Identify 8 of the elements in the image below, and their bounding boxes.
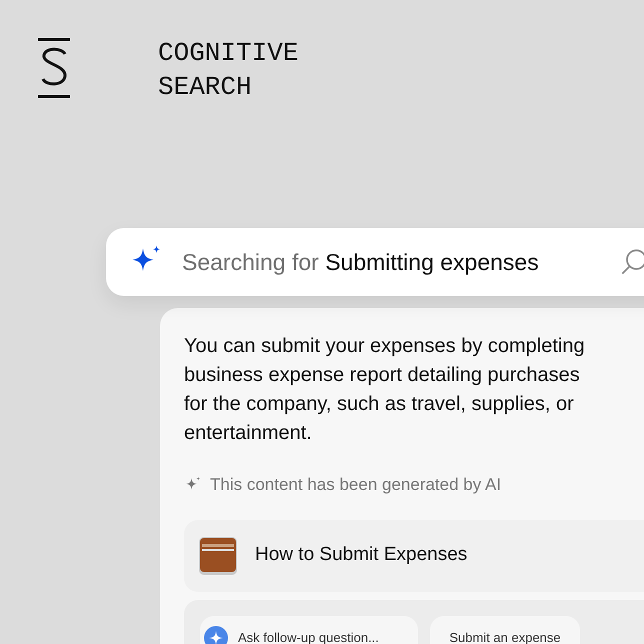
logo-icon [38, 38, 70, 98]
search-icon[interactable] [620, 248, 644, 276]
sparkle-icon [204, 626, 228, 644]
brand-title: COGNITIVE SEARCH [158, 37, 298, 104]
answer-text: You can submit your expenses by completing business expense report detailing purchases for the company, such as travel, supplies, or entertainment. [184, 334, 586, 446]
resource-link[interactable]: How to Submit Expenses [184, 520, 644, 592]
wallet-icon [198, 536, 238, 576]
ai-disclaimer: This content has been generated by AI [210, 474, 502, 496]
